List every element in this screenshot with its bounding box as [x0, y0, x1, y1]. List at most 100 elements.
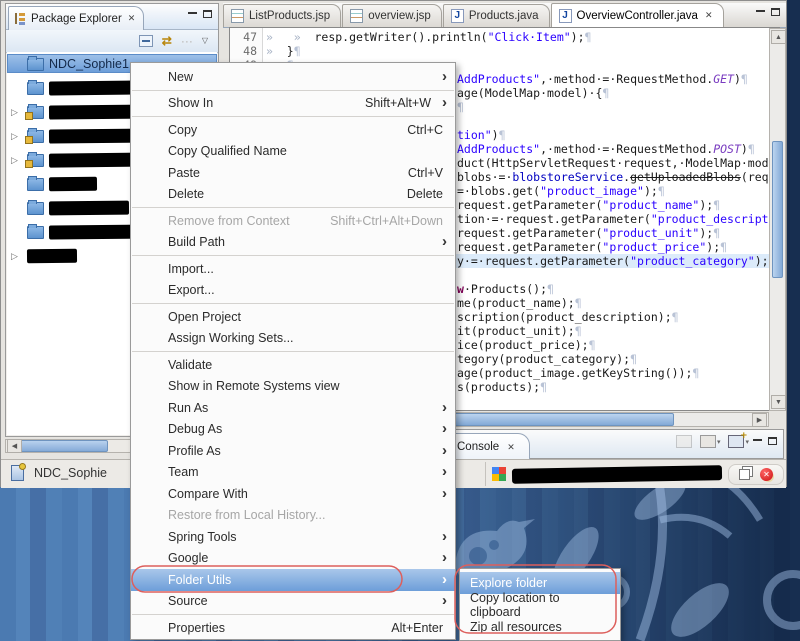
string-literal: AddProducts": [457, 72, 541, 86]
code-segment: ¶: [720, 240, 728, 254]
minimize-icon[interactable]: [188, 11, 197, 17]
code-line: ice(product_price);¶: [457, 338, 596, 352]
menu-item-export[interactable]: Export...: [131, 280, 455, 302]
menu-item-open-project[interactable]: Open Project: [131, 306, 455, 328]
menu-item-label: Remove from Context: [168, 213, 290, 228]
code-segment: );: [643, 184, 658, 198]
code-segment: blobstoreService: [512, 170, 624, 184]
menu-item-import[interactable]: Import...: [131, 258, 455, 280]
menu-item-team[interactable]: Team ›: [131, 462, 455, 484]
code-line: age(product_image.getKeyString());¶: [457, 366, 699, 380]
editor-tab-overviewcontroller-java[interactable]: J OverviewController.java ✕: [550, 3, 724, 27]
open-console-icon[interactable]: +: [728, 432, 747, 448]
submenu-arrow-icon: ›: [442, 549, 447, 567]
menu-item-validate[interactable]: Validate: [131, 354, 455, 376]
editor-tab-label: OverviewController.java: [576, 9, 698, 22]
chevron-down-icon[interactable]: ▾: [717, 438, 721, 446]
close-tab-icon[interactable]: ✕: [705, 10, 713, 21]
console-tab[interactable]: Console ✕: [446, 433, 530, 460]
view-menu-chevron-icon[interactable]: ▽: [202, 35, 208, 47]
scroll-right-icon[interactable]: ▶: [752, 412, 767, 427]
code-line: request.getParameter("product_price");¶: [457, 240, 727, 254]
code-segment: );: [706, 240, 721, 254]
menu-item-assign-working-sets[interactable]: Assign Working Sets...: [131, 328, 455, 350]
menu-item-new[interactable]: New ›: [131, 66, 455, 88]
menu-item-remove-from-context[interactable]: Remove from Context Shift+Ctrl+Alt+Down: [131, 210, 455, 232]
expander-arrow-icon[interactable]: ▷: [11, 131, 21, 142]
hscroll-thumb[interactable]: [20, 440, 108, 452]
code-line: s(products);¶: [457, 380, 547, 394]
line-number: 47: [243, 30, 257, 44]
package-explorer-icon: [15, 13, 25, 25]
package-explorer-tab[interactable]: Package Explorer ✕: [8, 6, 145, 30]
string-literal: "product_price": [602, 240, 707, 254]
string-literal: "product_category": [630, 254, 755, 268]
java-file-icon: J: [558, 8, 572, 23]
status-selection-label: NDC_Sophie: [34, 466, 107, 480]
progress-view-icon[interactable]: [739, 468, 750, 480]
maximize-icon[interactable]: [203, 10, 212, 18]
expander-arrow-icon[interactable]: ▷: [11, 155, 21, 166]
line-number: 48: [243, 44, 257, 58]
error-log-icon[interactable]: ✕: [760, 467, 773, 481]
menu-item-copy-qualified-name[interactable]: Copy Qualified Name: [131, 141, 455, 163]
menu-item-profile-as[interactable]: Profile As ›: [131, 440, 455, 462]
editor-tab-listproducts-jsp[interactable]: ListProducts.jsp: [223, 4, 342, 27]
scroll-down-icon[interactable]: ▼: [771, 395, 786, 409]
editor-tab-products-java[interactable]: J Products.java: [442, 4, 550, 27]
close-view-icon[interactable]: ✕: [128, 13, 136, 24]
code-segment: }: [286, 44, 294, 58]
menu-item-run-as[interactable]: Run As ›: [131, 397, 455, 419]
vscroll-thumb[interactable]: [772, 141, 783, 278]
minimize-icon[interactable]: [753, 438, 762, 444]
code-segment: getUploadedBlobs: [630, 170, 741, 184]
submenu-item-copy-location-to-clipboard[interactable]: Copy location to clipboard: [460, 591, 620, 619]
menu-item-spring-tools[interactable]: Spring Tools ›: [131, 526, 455, 548]
menu-item-shortcut: Delete: [406, 187, 443, 202]
tree-item-label: NDC_Sophie1: [49, 57, 129, 71]
menu-item-debug-as[interactable]: Debug As ›: [131, 419, 455, 441]
scroll-left-icon[interactable]: ◀: [7, 439, 22, 453]
submenu-arrow-icon: ›: [442, 592, 447, 610]
menu-item-source[interactable]: Source ›: [131, 591, 455, 613]
menu-item-label: Export...: [168, 283, 215, 298]
expander-arrow-icon[interactable]: ▷: [11, 107, 21, 118]
code-segment: ¶: [540, 380, 548, 394]
submenu-arrow-icon: ›: [442, 398, 447, 416]
menu-item-paste[interactable]: Paste Ctrl+V: [131, 162, 455, 184]
menu-item-folder-utils[interactable]: Folder Utils ›: [131, 569, 455, 591]
menu-item-delete[interactable]: Delete Delete: [131, 184, 455, 206]
display-selected-console-icon[interactable]: [699, 435, 716, 448]
editor-tab-overview-jsp[interactable]: overview.jsp: [342, 4, 442, 27]
menu-item-restore-from-local-history[interactable]: Restore from Local History...: [131, 505, 455, 527]
expander-arrow-icon[interactable]: ▷: [11, 251, 21, 262]
link-with-editor-icon[interactable]: ⇄: [162, 35, 172, 47]
redaction-bar: [48, 176, 98, 192]
menu-item-show-in-remote-systems-view[interactable]: Show in Remote Systems view: [131, 376, 455, 398]
menu-item-build-path[interactable]: Build Path ›: [131, 232, 455, 254]
code-segment: (: [464, 408, 471, 410]
close-view-icon[interactable]: ✕: [507, 442, 515, 453]
code-segment: tion·=·request.getParameter(: [457, 212, 651, 226]
code-segment: ¶: [293, 44, 301, 58]
maximize-icon[interactable]: [768, 437, 777, 445]
submenu-arrow-icon: ›: [442, 527, 447, 545]
code-segment: y·=·request.getParameter(: [457, 254, 631, 268]
trim-widgets: ✕: [485, 462, 784, 486]
menu-item-google[interactable]: Google ›: [131, 548, 455, 570]
minimize-icon[interactable]: [756, 9, 765, 15]
menu-item-copy[interactable]: Copy Ctrl+C: [131, 119, 455, 141]
menu-item-show-in[interactable]: Show In Shift+Alt+W ›: [131, 93, 455, 115]
filters-icon[interactable]: ···: [181, 35, 193, 47]
pin-console-icon[interactable]: [675, 435, 692, 448]
submenu-item-zip-all-resources[interactable]: Zip all resources: [460, 616, 620, 638]
submenu-arrow-icon: ›: [442, 484, 447, 502]
scroll-up-icon[interactable]: ▲: [771, 30, 786, 44]
editor-vscrollbar[interactable]: ▲ ▼: [769, 28, 786, 411]
menu-item-properties[interactable]: Properties Alt+Enter: [131, 617, 455, 639]
collapse-all-icon[interactable]: [138, 35, 153, 47]
menu-item-compare-with[interactable]: Compare With ›: [131, 483, 455, 505]
maximize-icon[interactable]: [771, 8, 780, 16]
string-literal: "product_image": [540, 184, 644, 198]
code-line: AddProducts",·method·=·RequestMethod.GET…: [457, 72, 748, 86]
